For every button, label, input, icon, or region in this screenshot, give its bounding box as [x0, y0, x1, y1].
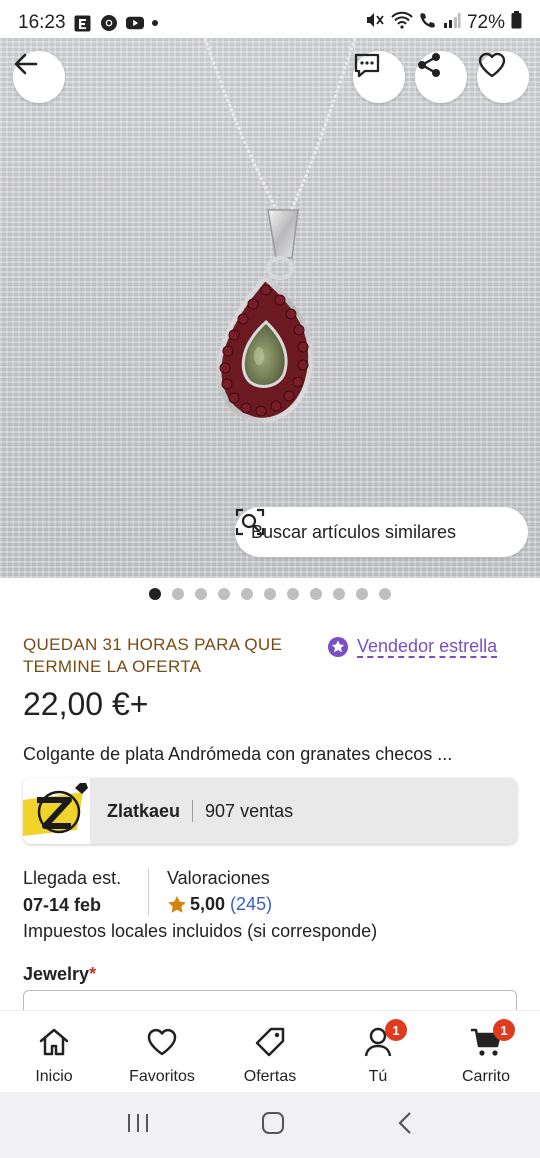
ratings-summary[interactable]: 5,00 (245) — [167, 894, 272, 915]
back-button[interactable] — [13, 51, 65, 103]
system-navigation-bar — [0, 1092, 540, 1158]
battery-icon — [511, 11, 522, 35]
youtube-notification-icon — [125, 14, 144, 32]
price: 22,00 €+ — [23, 686, 149, 722]
back-nav-button[interactable] — [395, 1110, 415, 1141]
arrival-label: Llegada est. — [23, 868, 122, 888]
shop-card[interactable]: Zlatkaeu 907 ventas — [23, 778, 517, 844]
ratings-label: Valoraciones — [167, 868, 270, 888]
image-pager[interactable] — [149, 588, 391, 600]
user-icon: 1 — [361, 1019, 407, 1059]
wifi-icon — [391, 11, 413, 35]
pager-dot[interactable] — [356, 588, 368, 600]
shop-sales-count: 907 ventas — [205, 800, 294, 821]
rating-count-link[interactable]: (245) — [230, 894, 272, 915]
pager-dot[interactable] — [149, 588, 161, 600]
pager-dot[interactable] — [379, 588, 391, 600]
chevron-left-icon — [398, 1111, 412, 1134]
heart-icon — [145, 1025, 179, 1059]
recent-apps-icon — [127, 1113, 148, 1132]
tab-label: Favoritos — [129, 1068, 195, 1085]
bottom-tab-bar: Inicio Favoritos Ofertas 1 Tú 1 Carrito — [0, 1010, 540, 1092]
listing-title[interactable]: Colgante de plata Andrómeda con granates… — [23, 744, 452, 765]
heart-icon — [478, 52, 506, 78]
shop-name: Zlatkaeu — [107, 800, 181, 821]
divider — [148, 868, 149, 916]
divider — [192, 800, 194, 822]
more-notifications-dot — [151, 20, 158, 26]
taxes-note: Impuestos locales incluidos (si correspo… — [23, 921, 378, 941]
product-image[interactable]: Buscar artículos similares — [0, 38, 540, 578]
mute-icon — [365, 11, 385, 35]
pager-dot[interactable] — [333, 588, 345, 600]
tab-cart[interactable]: 1 Carrito — [432, 1011, 540, 1092]
cart-count-badge: 1 — [493, 1019, 515, 1041]
tag-icon — [253, 1025, 287, 1059]
tab-you[interactable]: 1 Tú — [324, 1011, 432, 1092]
pager-dot[interactable] — [310, 588, 322, 600]
variation-label: Jewelry* — [23, 964, 96, 985]
favorite-button[interactable] — [477, 51, 529, 103]
star-seller-label[interactable]: Vendedor estrella — [357, 636, 498, 658]
pendant-photo — [203, 38, 357, 423]
arrow-left-icon — [14, 53, 38, 75]
tab-label: Inicio — [35, 1068, 73, 1085]
pager-dot[interactable] — [287, 588, 299, 600]
home-circle-icon — [261, 1111, 284, 1134]
find-similar-button[interactable]: Buscar artículos similares — [235, 507, 528, 557]
arrival-dates: 07-14 feb — [23, 895, 102, 915]
battery-percent: 72% — [466, 12, 505, 33]
chat-icon — [354, 53, 380, 78]
star-seller-badge[interactable]: Vendedor estrella — [327, 636, 498, 658]
tab-label: Ofertas — [243, 1068, 297, 1085]
tab-favorites[interactable]: Favoritos — [108, 1011, 216, 1092]
message-seller-button[interactable] — [353, 51, 405, 103]
pager-dot[interactable] — [241, 588, 253, 600]
notification-badge: 1 — [385, 1019, 407, 1041]
recent-apps-button[interactable] — [125, 1111, 151, 1140]
status-time: 16:23 — [18, 12, 66, 33]
pager-dot[interactable] — [195, 588, 207, 600]
shop-logo — [23, 778, 90, 844]
pager-dot[interactable] — [172, 588, 184, 600]
home-icon — [37, 1025, 71, 1059]
tab-label: Carrito — [461, 1068, 510, 1085]
pager-dot[interactable] — [264, 588, 276, 600]
visual-search-icon — [235, 508, 265, 536]
star-icon — [168, 896, 186, 913]
tab-deals[interactable]: Ofertas — [216, 1011, 324, 1092]
share-icon — [418, 53, 440, 77]
chrome-notification-icon — [100, 14, 118, 32]
variation-label-text: Jewelry — [23, 964, 90, 984]
wifi-calling-icon — [419, 11, 437, 35]
find-similar-label: Buscar artículos similares — [251, 521, 457, 542]
cart-icon: 1 — [469, 1019, 515, 1059]
home-button[interactable] — [260, 1110, 286, 1141]
rating-score: 5,00 — [190, 894, 226, 914]
pager-dot[interactable] — [218, 588, 230, 600]
tab-label: Tú — [368, 1068, 388, 1085]
required-mark: * — [89, 964, 97, 984]
star-seller-icon — [328, 637, 348, 657]
offer-countdown: QUEDAN 31 HORAS PARA QUE TERMINE LA OFER… — [23, 635, 283, 676]
share-button[interactable] — [415, 51, 467, 103]
etsy-notification-icon — [74, 14, 92, 32]
tab-home[interactable]: Inicio — [0, 1011, 108, 1092]
signal-icon — [443, 12, 461, 34]
